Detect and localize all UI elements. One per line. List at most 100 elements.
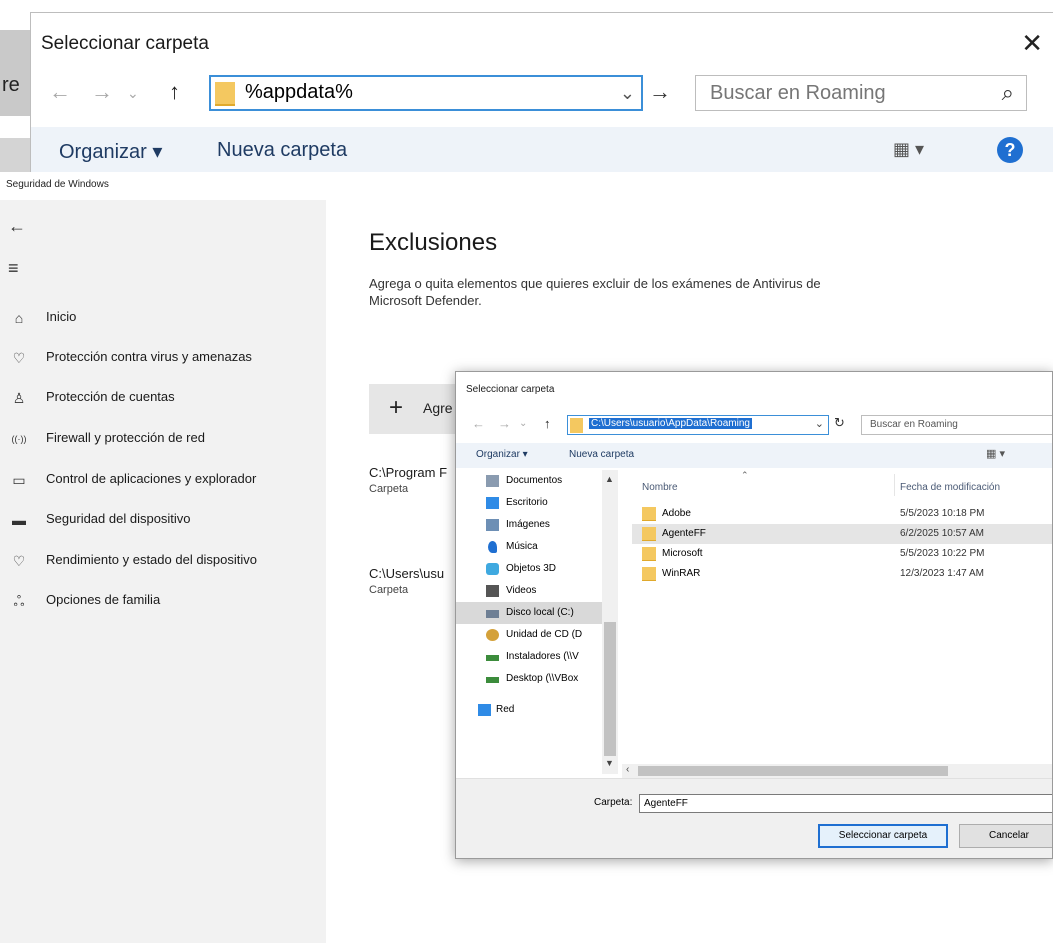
organize-menu-button[interactable]: Organizar ▾ — [476, 449, 528, 460]
folder-field-label: Carpeta: — [594, 797, 633, 808]
add-exclusion-label: Agre — [423, 400, 453, 416]
search-icon[interactable]: ⌕ — [1002, 80, 1014, 106]
dialog-toolbar: Organizar ▾ Nueva carpeta ▦ ▾ ? — [31, 127, 1053, 172]
item-date: 5/5/2023 10:22 PM — [900, 548, 985, 559]
scrollbar-thumb[interactable] — [638, 766, 948, 776]
chevron-down-icon[interactable]: ⌄ — [620, 83, 635, 104]
scroll-up-icon[interactable]: ▲ — [605, 474, 614, 484]
disk-icon — [486, 610, 499, 618]
close-icon[interactable]: ✕ — [1021, 28, 1043, 59]
sidebar-item-device-performance[interactable]: ♡ Rendimiento y estado del dispositivo — [0, 542, 326, 582]
tree-item-label: Escritorio — [506, 497, 548, 508]
tree-item-objetos-3d[interactable]: Objetos 3D — [456, 558, 602, 580]
tree-item-label: Música — [506, 541, 538, 552]
list-item[interactable]: Adobe 5/5/2023 10:18 PM — [632, 504, 1052, 524]
new-folder-button[interactable]: Nueva carpeta — [217, 139, 347, 162]
tree-item-documentos[interactable]: Documentos — [456, 470, 602, 492]
sidebar: ← ≡ ⌂ Inicio ♡ Protección contra virus y… — [0, 200, 326, 943]
sidebar-item-inicio[interactable]: ⌂ Inicio — [0, 299, 326, 339]
address-bar[interactable]: %appdata% ⌄ — [209, 75, 643, 111]
folder-name-field[interactable]: AgenteFF — [639, 794, 1052, 813]
hamburger-menu-icon[interactable]: ≡ — [8, 258, 19, 279]
column-header-date[interactable]: Fecha de modificación — [900, 482, 1000, 493]
cancel-button[interactable]: Cancelar — [959, 824, 1052, 848]
folder-name-value[interactable]: AgenteFF — [644, 798, 688, 809]
help-icon[interactable]: ? — [997, 137, 1023, 163]
address-value[interactable]: %appdata% — [245, 81, 353, 104]
exclusion-type: Carpeta — [369, 483, 409, 495]
dialog-title: Seleccionar carpeta — [466, 384, 555, 395]
view-options-icon[interactable]: ▦ ▾ — [893, 139, 924, 160]
tree-item-label: Videos — [506, 585, 537, 596]
sidebar-item-account-protection[interactable]: ♙ Protección de cuentas — [0, 379, 326, 419]
column-divider[interactable] — [894, 474, 895, 496]
exclusion-path: C:\Users\usu — [369, 566, 445, 581]
tree-scrollbar[interactable]: ▲ ▼ — [602, 470, 618, 774]
wifi-signal-icon: ((·)) — [11, 434, 27, 444]
scrollbar-thumb[interactable] — [604, 622, 616, 756]
address-value[interactable]: C:\Users\usuario\AppData\Roaming — [589, 418, 752, 429]
heart-pulse-icon: ♡ — [12, 553, 26, 569]
search-placeholder[interactable]: Buscar en Roaming — [710, 82, 886, 105]
person-icon: ♙ — [12, 390, 26, 406]
address-bar[interactable]: C:\Users\usuario\AppData\Roaming ⌄ — [567, 415, 829, 435]
tree-item-label: Disco local (C:) — [506, 607, 574, 618]
back-arrow-icon[interactable]: ← — [49, 79, 71, 105]
exclusion-item[interactable]: C:\Users\usu Carpeta — [369, 566, 444, 596]
sidebar-item-firewall[interactable]: ((·)) Firewall y protección de red — [0, 420, 326, 460]
tree-item-escritorio[interactable]: Escritorio — [456, 492, 602, 514]
music-icon — [488, 541, 497, 553]
scroll-down-icon[interactable]: ▼ — [605, 758, 614, 768]
column-header-name[interactable]: Nombre — [642, 482, 678, 493]
exclusion-item[interactable]: C:\Program F Carpeta — [369, 465, 447, 495]
tree-item-instaladores[interactable]: Instaladores (\\V — [456, 646, 602, 668]
shield-icon: ♡ — [12, 350, 26, 366]
file-list: ⌃ Nombre Fecha de modificación Adobe 5/5… — [622, 470, 1052, 776]
chevron-down-icon[interactable]: ⌄ — [815, 417, 824, 430]
tree-item-videos[interactable]: Videos — [456, 580, 602, 602]
sidebar-item-label: Control de aplicaciones y explorador — [46, 471, 257, 486]
recent-dropdown-icon[interactable]: ⌄ — [127, 85, 139, 102]
refresh-icon[interactable]: ↻ — [834, 415, 845, 431]
list-item[interactable]: WinRAR 12/3/2023 1:47 AM — [632, 564, 1052, 584]
select-folder-button[interactable]: Seleccionar carpeta — [818, 824, 948, 848]
search-placeholder[interactable]: Buscar en Roaming — [870, 419, 958, 430]
tree-item-label: Red — [496, 704, 515, 715]
recent-dropdown-icon[interactable]: ⌄ — [519, 418, 527, 429]
scroll-left-icon[interactable]: ‹ — [626, 764, 629, 775]
new-folder-button[interactable]: Nueva carpeta — [569, 449, 634, 460]
sidebar-item-device-security[interactable]: ▬ Seguridad del dispositivo — [0, 501, 326, 541]
sidebar-item-label: Opciones de familia — [46, 592, 161, 607]
desktop-icon — [486, 497, 499, 509]
navigation-row: ← → ⌄ ↑ %appdata% ⌄ → Buscar en Roaming … — [31, 73, 1053, 115]
horizontal-scrollbar[interactable]: ‹ — [622, 764, 1052, 778]
dialog-title: Seleccionar carpeta — [41, 33, 209, 54]
tree-item-disco-local[interactable]: Disco local (C:) — [456, 602, 602, 624]
tree-item-musica[interactable]: Música — [456, 536, 602, 558]
organize-menu-button[interactable]: Organizar ▾ — [59, 139, 162, 164]
sidebar-item-family-options[interactable]: ஃ Opciones de familia — [0, 582, 326, 622]
tree-item-cd-drive[interactable]: Unidad de CD (D — [456, 624, 602, 646]
back-arrow-icon[interactable]: ← — [472, 416, 485, 431]
list-item[interactable]: Microsoft 5/5/2023 10:22 PM — [632, 544, 1052, 564]
folder-icon — [642, 547, 656, 561]
forward-arrow-icon[interactable]: → — [498, 416, 511, 431]
tree-item-red[interactable]: Red — [456, 699, 602, 721]
search-box[interactable]: Buscar en Roaming ⌕ — [695, 75, 1027, 111]
tree-item-imagenes[interactable]: Imágenes — [456, 514, 602, 536]
search-box[interactable]: Buscar en Roaming — [861, 415, 1052, 435]
tree-item-label: Imágenes — [506, 519, 550, 530]
network-drive-icon — [486, 677, 499, 683]
tree-item-desktop-vbox[interactable]: Desktop (\\VBox — [456, 668, 602, 690]
view-options-icon[interactable]: ▦ ▾ — [986, 447, 1005, 460]
up-arrow-icon[interactable]: ↑ — [544, 416, 551, 431]
up-arrow-icon[interactable]: ↑ — [169, 79, 180, 105]
folder-icon — [642, 507, 656, 521]
forward-arrow-icon[interactable]: → — [91, 79, 113, 105]
background-window — [0, 30, 30, 116]
go-arrow-icon[interactable]: → — [649, 79, 671, 105]
back-icon[interactable]: ← — [8, 216, 26, 237]
sidebar-item-app-browser-control[interactable]: ▭ Control de aplicaciones y explorador — [0, 461, 326, 501]
sidebar-item-virus-protection[interactable]: ♡ Protección contra virus y amenazas — [0, 339, 326, 379]
list-item-selected[interactable]: AgenteFF 6/2/2025 10:57 AM — [632, 524, 1052, 544]
